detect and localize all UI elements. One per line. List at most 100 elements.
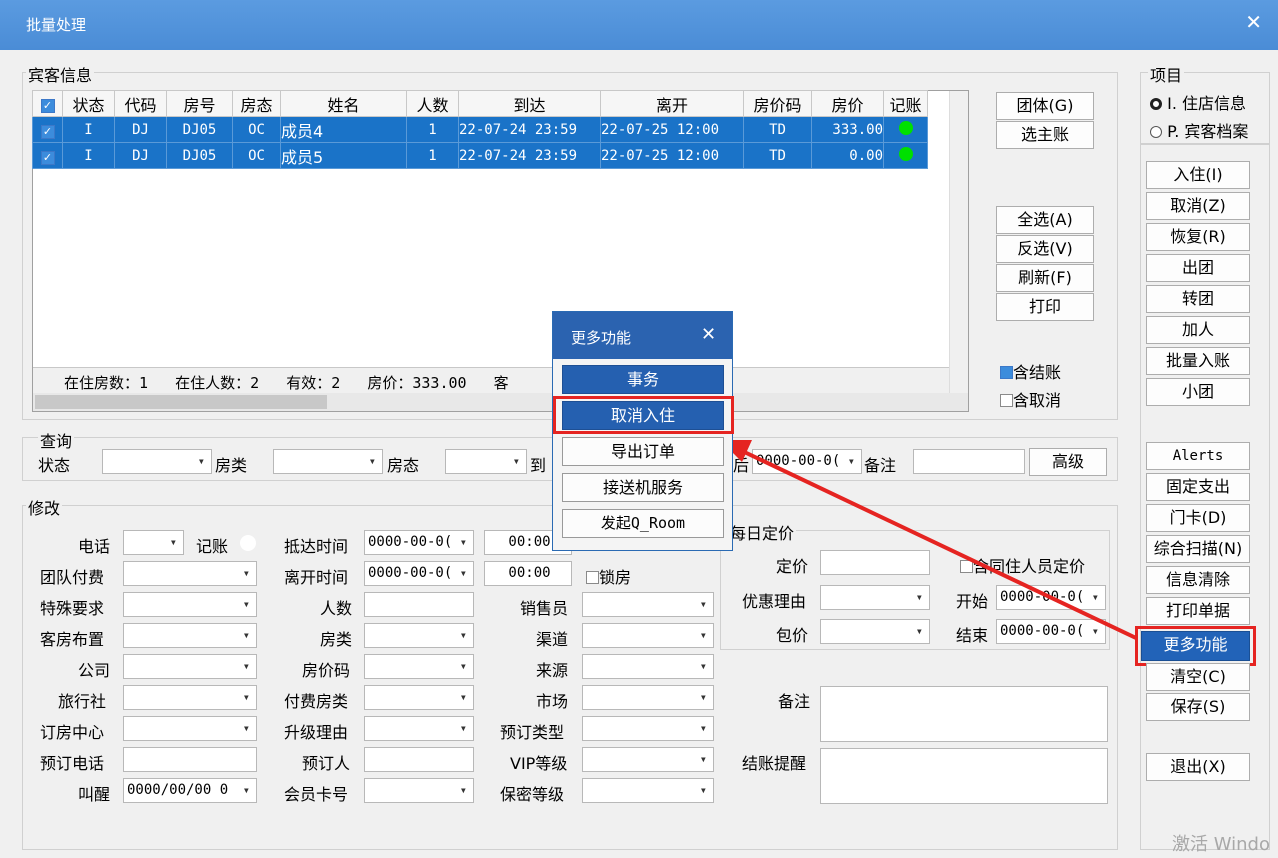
- query-label: 查询: [38, 428, 75, 452]
- checkin-button[interactable]: 入住(I): [1146, 161, 1250, 189]
- exit-button[interactable]: 退出(X): [1146, 753, 1250, 781]
- pay-room-type-select[interactable]: [364, 685, 474, 710]
- vip-select[interactable]: [582, 747, 714, 772]
- advanced-button[interactable]: 高级: [1029, 448, 1107, 476]
- col-name[interactable]: 姓名: [280, 90, 407, 117]
- fixed-expense-button[interactable]: 固定支出: [1146, 473, 1250, 501]
- option-stay-info[interactable]: I. 住店信息: [1150, 90, 1246, 114]
- price-input[interactable]: [820, 550, 930, 575]
- alerts-button[interactable]: Alerts: [1146, 442, 1250, 470]
- agency-select[interactable]: [123, 685, 257, 710]
- clear-button[interactable]: 清空(C): [1146, 663, 1250, 691]
- scan-button[interactable]: 综合扫描(N): [1146, 535, 1250, 563]
- booker-input[interactable]: [364, 747, 474, 772]
- col-code[interactable]: 代码: [114, 90, 167, 117]
- add-person-button[interactable]: 加人: [1146, 316, 1250, 344]
- restore-button[interactable]: 恢复(R): [1146, 223, 1250, 251]
- popup-export-order-button[interactable]: 导出订单: [562, 437, 724, 466]
- lock-room-checkbox[interactable]: 锁房: [586, 564, 631, 588]
- discount-select[interactable]: [820, 585, 930, 610]
- member-card-select[interactable]: [364, 778, 474, 803]
- rate-code-select[interactable]: [364, 654, 474, 679]
- row-check[interactable]: ✓: [32, 116, 63, 143]
- small-group-button[interactable]: 小团: [1146, 378, 1250, 406]
- horizontal-scrollbar[interactable]: [33, 393, 968, 411]
- depart-date-select[interactable]: 0000-00-0(: [364, 561, 474, 586]
- with-roommates-checkbox[interactable]: 含同住人员定价: [960, 553, 1085, 577]
- include-cancel-checkbox[interactable]: 含取消: [1000, 387, 1061, 411]
- transfer-group-button[interactable]: 转团: [1146, 285, 1250, 313]
- clear-info-button[interactable]: 信息清除: [1146, 566, 1250, 594]
- include-checkout-checkbox[interactable]: 含结账: [1000, 359, 1061, 383]
- market-select[interactable]: [582, 685, 714, 710]
- company-select[interactable]: [123, 654, 257, 679]
- popup-affairs-button[interactable]: 事务: [562, 365, 724, 394]
- cancel-button[interactable]: 取消(Z): [1146, 192, 1250, 220]
- channel-select[interactable]: [582, 623, 714, 648]
- row-check[interactable]: ✓: [32, 142, 63, 169]
- room-type-select[interactable]: [364, 623, 474, 648]
- close-icon[interactable]: ✕: [1245, 10, 1262, 34]
- special-select[interactable]: [123, 592, 257, 617]
- select-main-button[interactable]: 选主账: [996, 121, 1094, 149]
- phone-select[interactable]: [123, 530, 184, 555]
- popup-cancel-checkin-button[interactable]: 取消入住: [562, 401, 724, 430]
- booking-type-select[interactable]: [582, 716, 714, 741]
- start-date-select[interactable]: 0000-00-0(: [996, 585, 1106, 610]
- query-note-label: 备注: [864, 456, 897, 475]
- popup-pickup-service-button[interactable]: 接送机服务: [562, 473, 724, 502]
- upgrade-select[interactable]: [364, 716, 474, 741]
- end-date-select[interactable]: 0000-00-0(: [996, 619, 1106, 644]
- save-button[interactable]: 保存(S): [1146, 693, 1250, 721]
- booking-phone-input[interactable]: [123, 747, 257, 772]
- col-arrive[interactable]: 到达: [458, 90, 601, 117]
- query-status-select[interactable]: [102, 449, 212, 474]
- refresh-button[interactable]: 刷新(F): [996, 264, 1094, 292]
- col-count[interactable]: 人数: [406, 90, 459, 117]
- option-guest-profile[interactable]: P. 宾客档案: [1150, 118, 1248, 142]
- wake-select[interactable]: 0000/00/00 0: [123, 778, 257, 803]
- print-voucher-button[interactable]: 打印单据: [1146, 597, 1250, 625]
- col-rate[interactable]: 房价: [811, 90, 884, 117]
- print-button[interactable]: 打印: [996, 293, 1094, 321]
- more-functions-button[interactable]: 更多功能: [1141, 631, 1250, 661]
- arrival-date-select[interactable]: 0000-00-0(: [364, 530, 474, 555]
- secret-select[interactable]: [582, 778, 714, 803]
- select-all-button[interactable]: 全选(A): [996, 206, 1094, 234]
- query-date-select[interactable]: 0000-00-0(: [752, 449, 862, 474]
- persons-input[interactable]: [364, 592, 474, 617]
- col-account[interactable]: 记账: [883, 90, 928, 117]
- end-label: 结束: [956, 626, 989, 645]
- group-button[interactable]: 团体(G): [996, 92, 1094, 120]
- door-card-button[interactable]: 门卡(D): [1146, 504, 1250, 532]
- col-rate-code[interactable]: 房价码: [743, 90, 812, 117]
- batch-post-button[interactable]: 批量入账: [1146, 347, 1250, 375]
- checkout-remind-textarea[interactable]: [820, 748, 1108, 804]
- vertical-scrollbar[interactable]: [949, 91, 968, 393]
- popup-close-icon[interactable]: ✕: [701, 324, 716, 345]
- depart-time-input[interactable]: 00:00: [484, 561, 572, 586]
- leave-group-button[interactable]: 出团: [1146, 254, 1250, 282]
- package-select[interactable]: [820, 619, 930, 644]
- source-select[interactable]: [582, 654, 714, 679]
- query-note-input[interactable]: [913, 449, 1025, 474]
- query-room-status-select[interactable]: [445, 449, 527, 474]
- table-row[interactable]: ✓ I DJ DJ05 OC 成员4 1 22-07-24 23:59 22-0…: [32, 116, 928, 143]
- col-room-status[interactable]: 房态: [232, 90, 281, 117]
- col-status[interactable]: 状态: [62, 90, 115, 117]
- salesman-select[interactable]: [582, 592, 714, 617]
- group-pay-select[interactable]: [123, 561, 257, 586]
- col-depart[interactable]: 离开: [600, 90, 744, 117]
- scrollbar-thumb[interactable]: [35, 395, 327, 409]
- daily-price-label: 每日定价: [728, 520, 797, 544]
- table-row[interactable]: ✓ I DJ DJ05 OC 成员5 1 22-07-24 23:59 22-0…: [32, 142, 928, 169]
- header-check[interactable]: ✓: [32, 90, 63, 117]
- layout-select[interactable]: [123, 623, 257, 648]
- col-room[interactable]: 房号: [166, 90, 233, 117]
- query-room-type-select[interactable]: [273, 449, 383, 474]
- popup-qroom-button[interactable]: 发起Q_Room: [562, 509, 724, 538]
- invert-select-button[interactable]: 反选(V): [996, 235, 1094, 263]
- note-textarea[interactable]: [820, 686, 1108, 742]
- account-toggle-icon[interactable]: [240, 535, 256, 551]
- booking-center-select[interactable]: [123, 716, 257, 741]
